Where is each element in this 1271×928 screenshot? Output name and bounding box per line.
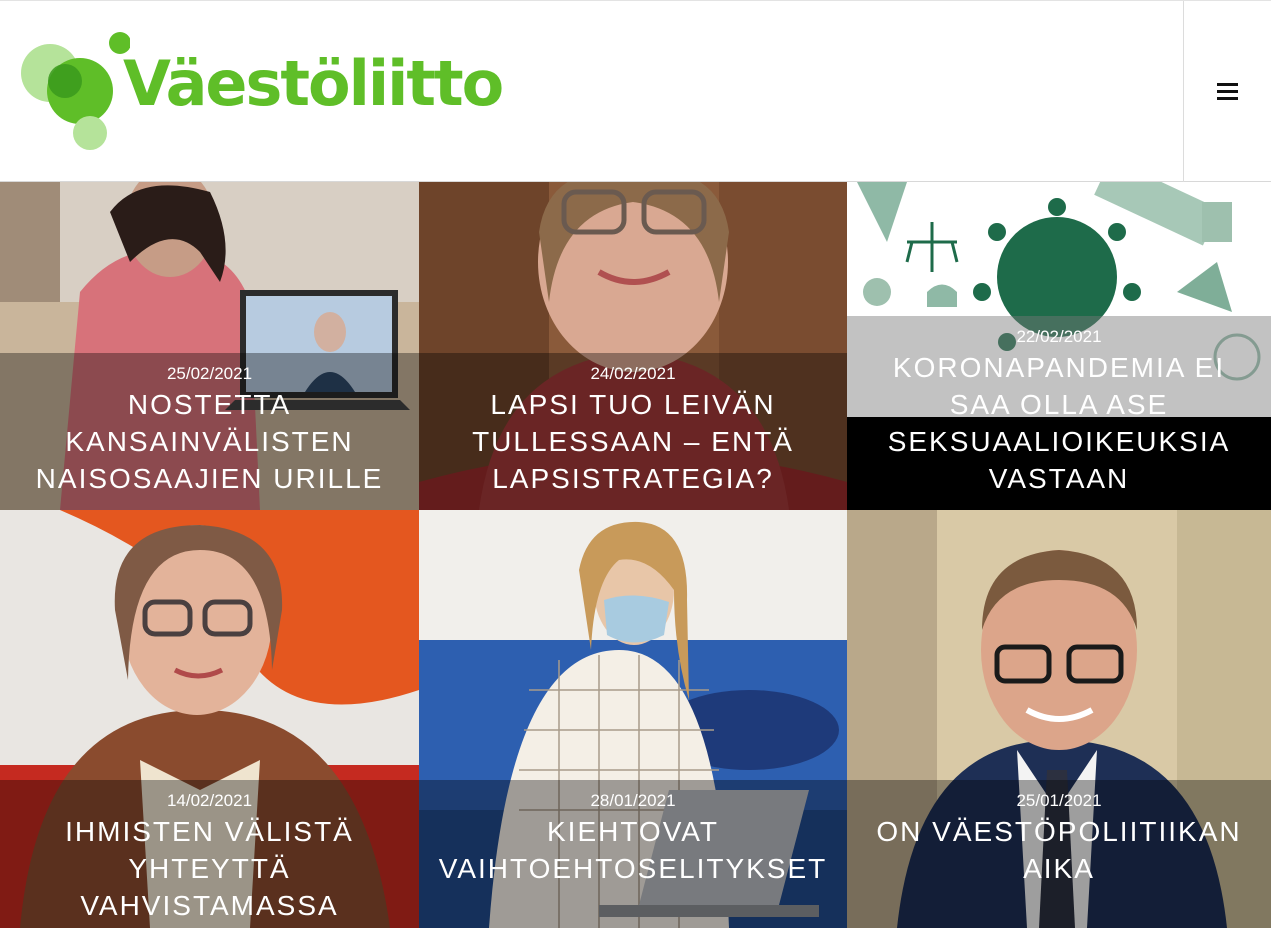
article-date: 25/02/2021 bbox=[166, 364, 253, 383]
article-caption: 14/02/2021 IHMISTEN VÄLISTÄ YHTEYTTÄ VAH… bbox=[0, 780, 419, 928]
menu-button[interactable] bbox=[1184, 1, 1271, 182]
vaestoliitto-logo[interactable]: Väestöliitto bbox=[20, 29, 540, 155]
article-caption: 25/01/2021 ON VÄESTÖPOLIITIIKAN AIKA bbox=[847, 780, 1271, 928]
article-caption: 22/02/2021 KORONAPANDEMIA EI SAA OLLA AS… bbox=[847, 316, 1271, 510]
article-date: 28/01/2021 bbox=[590, 791, 676, 810]
article-date: 25/01/2021 bbox=[1016, 791, 1102, 810]
hamburger-icon bbox=[1217, 83, 1238, 100]
article-tile[interactable]: 25/02/2021 NOSTETTA KANSAINVÄLISTEN NAIS… bbox=[0, 182, 419, 510]
article-date: 14/02/2021 bbox=[166, 791, 253, 810]
article-tile[interactable]: 28/01/2021 KIEHTOVAT VAIHTOEHTOSELITYKSE… bbox=[419, 510, 847, 928]
article-title[interactable]: LAPSI TUO LEIVÄN TULLESSAAN – ENTÄ LAPSI… bbox=[419, 386, 847, 497]
article-date: 24/02/2021 bbox=[590, 364, 676, 383]
article-title[interactable]: KIEHTOVAT VAIHTOEHTOSELITYKSET bbox=[419, 813, 847, 887]
article-title[interactable]: NOSTETTA KANSAINVÄLISTEN NAISOSAAJIEN UR… bbox=[0, 386, 419, 497]
article-tile[interactable]: 24/02/2021 LAPSI TUO LEIVÄN TULLESSAAN –… bbox=[419, 182, 847, 510]
article-tile[interactable]: 22/02/2021 KORONAPANDEMIA EI SAA OLLA AS… bbox=[847, 182, 1271, 510]
article-caption: 24/02/2021 LAPSI TUO LEIVÄN TULLESSAAN –… bbox=[419, 353, 847, 510]
article-title[interactable]: KORONAPANDEMIA EI SAA OLLA ASE SEKSUAALI… bbox=[847, 349, 1271, 497]
article-caption: 25/02/2021 NOSTETTA KANSAINVÄLISTEN NAIS… bbox=[0, 353, 419, 510]
article-caption: 28/01/2021 KIEHTOVAT VAIHTOEHTOSELITYKSE… bbox=[419, 780, 847, 928]
logo-circles-icon bbox=[21, 32, 130, 150]
logo-text: Väestöliitto bbox=[123, 47, 504, 120]
article-tile[interactable]: 25/01/2021 ON VÄESTÖPOLIITIIKAN AIKA bbox=[847, 510, 1271, 928]
article-date: 22/02/2021 bbox=[1016, 327, 1102, 346]
site-header: Väestöliitto bbox=[0, 0, 1271, 182]
article-title[interactable]: ON VÄESTÖPOLIITIIKAN AIKA bbox=[847, 813, 1271, 887]
article-tile[interactable]: 14/02/2021 IHMISTEN VÄLISTÄ YHTEYTTÄ VAH… bbox=[0, 510, 419, 928]
article-title[interactable]: IHMISTEN VÄLISTÄ YHTEYTTÄ VAHVISTAMASSA bbox=[0, 813, 419, 924]
